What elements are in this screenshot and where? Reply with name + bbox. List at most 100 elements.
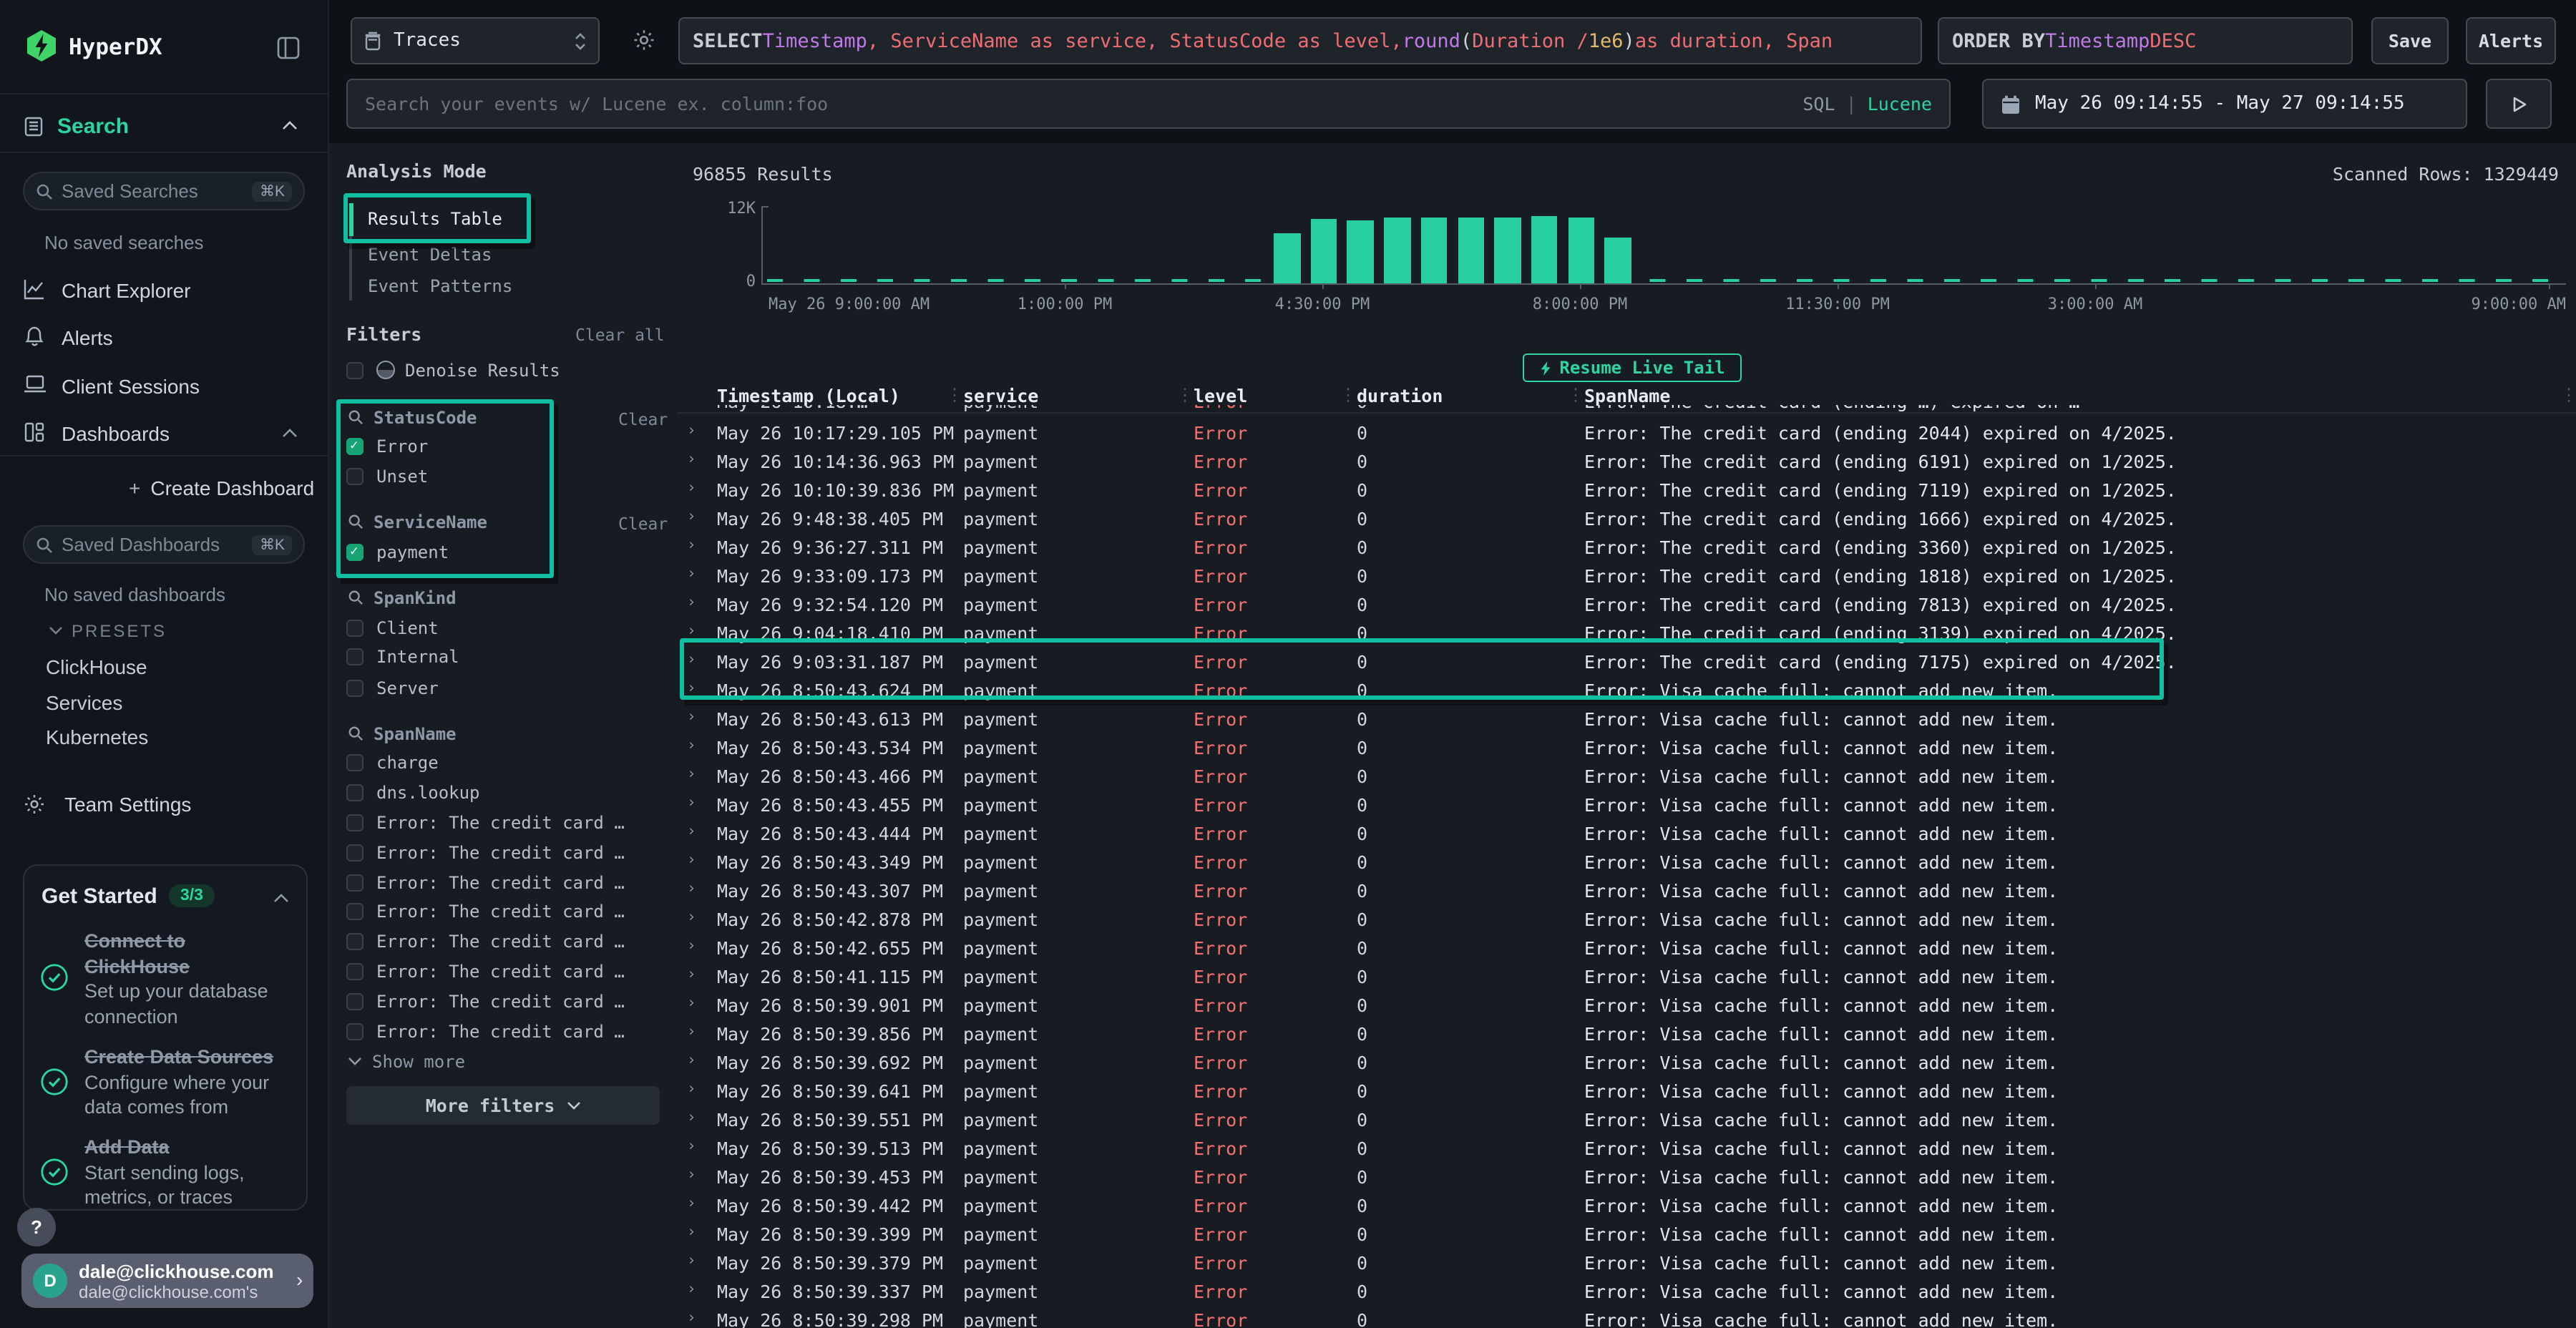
table-row[interactable]: › May 26 8:50:39.453 PM payment Error 0 … [677,1162,2576,1191]
row-expand-chevron-icon[interactable]: › [687,422,696,439]
row-expand-chevron-icon[interactable]: › [687,680,696,697]
mode-sql-toggle[interactable]: SQL [1802,93,1835,114]
sidebar-item-search[interactable]: Search [57,114,129,139]
search-icon[interactable] [348,590,364,605]
table-row[interactable]: › May 26 8:50:43.613 PM payment Error 0 … [677,704,2576,733]
row-expand-chevron-icon[interactable]: › [687,1281,696,1298]
saved-searches-input[interactable]: Saved Searches ⌘K [23,172,305,210]
row-expand-chevron-icon[interactable]: › [687,995,696,1012]
sidebar-item-dashboards[interactable]: Dashboards [62,422,170,445]
denoise-label[interactable]: Denoise Results [405,361,560,381]
table-row[interactable]: › May 26 8:50:43.455 PM payment Error 0 … [677,790,2576,819]
chevron-up-icon[interactable] [282,120,298,130]
table-row[interactable]: › May 26 9:04:18.410 PM payment Error 0 … [677,618,2576,647]
spanname-charge-checkbox[interactable] [346,754,364,771]
clear-servicename-button[interactable]: Clear [618,514,668,534]
results-histogram[interactable]: 12K 0 May 26 9:00:00 AM1:00:00 PM4:30:00… [687,200,2569,315]
table-row[interactable]: › May 26 8:50:39.692 PM payment Error 0 … [677,1048,2576,1076]
table-row[interactable]: › May 26 8:50:43.307 PM payment Error 0 … [677,876,2576,904]
spankind-client-checkbox[interactable] [346,620,364,637]
column-header-service[interactable]: service [963,385,1038,406]
spankind-client-label[interactable]: Client [376,618,439,638]
table-row[interactable]: › May 26 8:50:43.444 PM payment Error 0 … [677,819,2576,847]
preset-item[interactable]: Kubernetes [46,726,148,761]
column-header-level[interactable]: level [1194,385,1247,406]
denoise-checkbox[interactable] [346,362,364,379]
query-settings-gear-icon[interactable] [633,29,655,52]
table-row[interactable]: › May 26 8:50:39.379 PM payment Error 0 … [677,1248,2576,1276]
search-input[interactable]: Search your events w/ Lucene ex. column:… [346,79,1951,129]
help-button[interactable]: ? [17,1208,56,1246]
table-row[interactable]: › May 26 8:50:39.641 PM payment Error 0 … [677,1076,2576,1105]
row-expand-chevron-icon[interactable]: › [687,1252,696,1269]
table-row[interactable]: › May 26 8:50:39.337 PM payment Error 0 … [677,1276,2576,1305]
statuscode-unset-checkbox[interactable] [346,468,364,485]
row-expand-chevron-icon[interactable]: › [687,1080,696,1098]
column-header-duration[interactable]: duration [1357,385,1443,406]
row-expand-chevron-icon[interactable]: › [687,966,696,983]
table-row[interactable]: › May 26 8:50:43.624 PM payment Error 0 … [677,675,2576,704]
statuscode-unset-label[interactable]: Unset [376,467,428,487]
table-row[interactable]: › May 26 8:50:39.298 PM payment Error 0 … [677,1305,2576,1328]
clear-all-button[interactable]: Clear all [575,325,665,345]
more-filters-button[interactable]: More filters [346,1086,660,1125]
table-row[interactable]: › May 26 10:17:29.105 PM payment Error 0… [677,418,2576,446]
row-expand-chevron-icon[interactable]: › [687,651,696,668]
row-expand-chevron-icon[interactable]: › [687,794,696,811]
servicename-payment-checkbox[interactable] [346,544,364,561]
row-expand-chevron-icon[interactable]: › [687,1023,696,1040]
row-expand-chevron-icon[interactable]: › [687,708,696,726]
collapse-sidebar-icon[interactable] [276,36,301,60]
search-icon[interactable] [348,514,364,529]
user-menu[interactable]: D dale@clickhouse.com dale@clickhouse.co… [21,1254,313,1308]
spankind-internal-checkbox[interactable] [346,648,364,665]
table-row[interactable]: › May 26 8:50:42.878 PM payment Error 0 … [677,904,2576,933]
row-expand-chevron-icon[interactable]: › [687,909,696,926]
spankind-internal-label[interactable]: Internal [376,647,459,667]
run-query-button[interactable] [2486,79,2552,129]
preset-item[interactable]: Services [46,690,148,726]
table-row[interactable]: › May 26 8:50:42.655 PM payment Error 0 … [677,933,2576,962]
date-range-picker[interactable]: May 26 09:14:55 - May 27 09:14:55 [1982,79,2467,129]
presets-header[interactable]: PRESETS [72,621,167,641]
row-expand-chevron-icon[interactable]: › [687,766,696,783]
row-expand-chevron-icon[interactable]: › [687,1052,696,1069]
order-by-editor[interactable]: ORDER BY Timestamp DESC [1938,17,2353,64]
row-expand-chevron-icon[interactable]: › [687,823,696,840]
table-row[interactable]: › May 26 8:50:39.856 PM payment Error 0 … [677,1019,2576,1048]
table-row[interactable]: › May 26 8:50:39.551 PM payment Error 0 … [677,1105,2576,1133]
row-expand-chevron-icon[interactable]: › [687,537,696,554]
row-expand-chevron-icon[interactable]: › [687,1195,696,1212]
row-expand-chevron-icon[interactable]: › [687,737,696,754]
row-expand-chevron-icon[interactable]: › [687,594,696,611]
chevron-up-icon[interactable] [273,893,289,903]
preset-item[interactable]: ClickHouse [46,655,148,690]
row-expand-chevron-icon[interactable]: › [687,1224,696,1241]
row-expand-chevron-icon[interactable]: › [687,479,696,497]
table-row[interactable]: › May 26 8:50:39.442 PM payment Error 0 … [677,1191,2576,1219]
sidebar-item-team-settings[interactable]: Team Settings [64,793,191,816]
table-row[interactable]: › May 26 8:50:41.115 PM payment Error 0 … [677,962,2576,990]
row-expand-chevron-icon[interactable]: › [687,508,696,525]
table-row[interactable]: › May 26 9:03:31.187 PM payment Error 0 … [677,647,2576,675]
table-row[interactable]: › May 26 8:50:39.513 PM payment Error 0 … [677,1133,2576,1162]
sql-select-editor[interactable]: SELECT Timestamp, ServiceName as service… [678,17,1922,64]
statuscode-error-label[interactable]: Error [376,436,428,456]
table-row[interactable]: › May 26 8:50:39.399 PM payment Error 0 … [677,1219,2576,1248]
create-dashboard-button[interactable]: +Create Dashboard [129,477,314,499]
analysis-mode-event-deltas[interactable]: Event Deltas [368,245,492,265]
row-expand-chevron-icon[interactable]: › [687,565,696,582]
chevron-up-icon[interactable] [282,428,298,438]
statuscode-error-checkbox[interactable] [346,438,364,455]
row-expand-chevron-icon[interactable]: › [687,451,696,468]
partial-table-row[interactable]: › May 26 10:18:… payment Error 0 Error: … [677,405,2576,415]
row-expand-chevron-icon[interactable]: › [687,1138,696,1155]
chevron-down-icon[interactable] [49,625,63,635]
mode-lucene-toggle[interactable]: Lucene [1868,93,1932,114]
search-icon[interactable] [348,409,364,425]
table-row[interactable]: › May 26 8:50:39.901 PM payment Error 0 … [677,990,2576,1019]
analysis-mode-event-patterns[interactable]: Event Patterns [368,276,512,296]
get-started-step[interactable]: Create Data Sources Configure where your… [84,1045,302,1120]
show-more-button[interactable]: Show more [372,1052,465,1072]
saved-dashboards-input[interactable]: Saved Dashboards ⌘K [23,525,305,564]
